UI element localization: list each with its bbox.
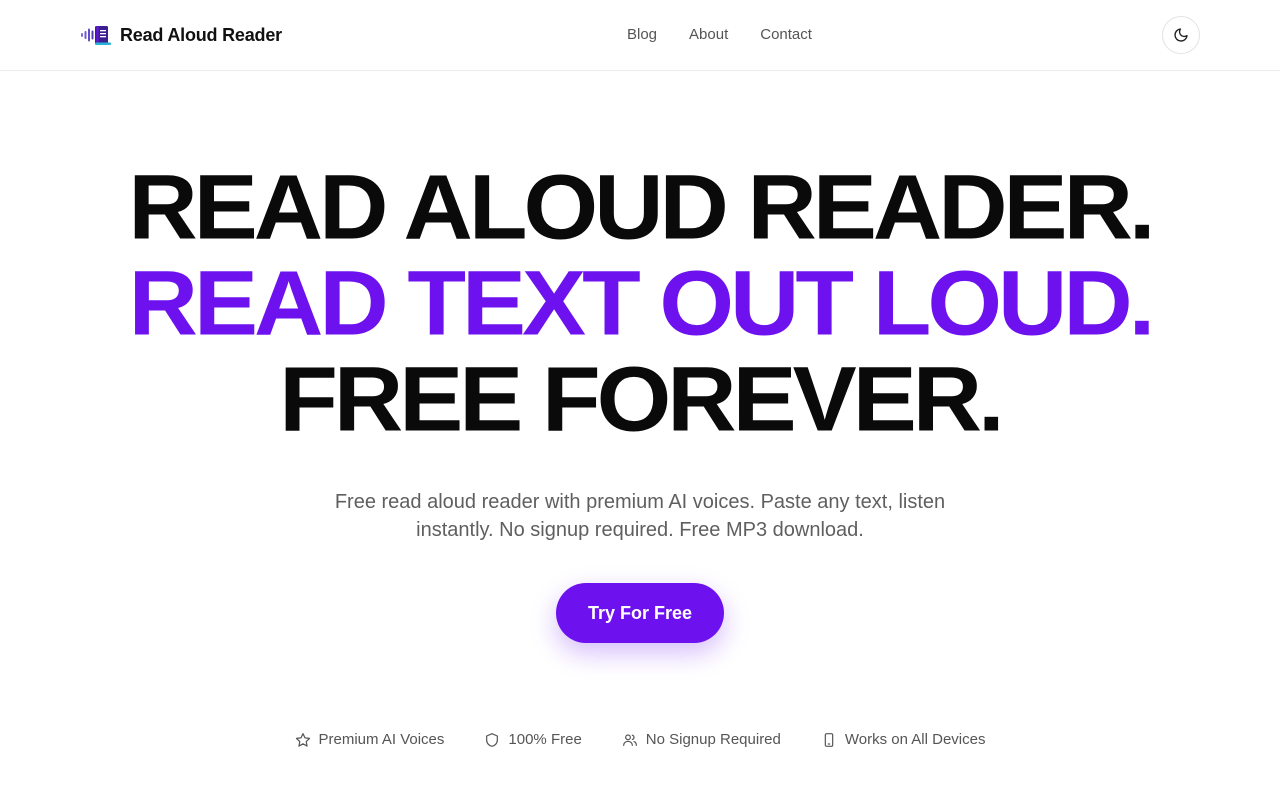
hero-line-2: READ TEXT OUT LOUD. (128, 252, 1156, 355)
nav-link-blog[interactable]: Blog (627, 26, 657, 44)
moon-icon (1174, 28, 1188, 42)
feature-label: Works on All Devices (844, 731, 986, 748)
theme-toggle-button[interactable] (1162, 16, 1200, 54)
smartphone-icon (824, 732, 834, 747)
feature-label: 100% Free (508, 731, 582, 748)
feature-list: Premium AI Voices 100% Free No Signup Re… (0, 731, 1280, 748)
shield-icon (486, 732, 499, 747)
feature-label: Premium AI Voices (318, 731, 445, 748)
users-icon (622, 733, 637, 746)
star-icon (295, 732, 310, 747)
feature-item: Works on All Devices (821, 731, 986, 748)
hero-subtitle: Free read aloud reader with premium AI v… (334, 491, 946, 541)
nav-link-contact[interactable]: Contact (760, 26, 812, 44)
feature-label: No Signup Required (645, 731, 781, 748)
hero-heading: READ ALOUD READER. READ TEXT OUT LOUD. F… (0, 160, 1280, 448)
feature-item: No Signup Required (622, 731, 781, 748)
main-nav: Blog About Contact (627, 26, 812, 44)
book-soundwave-icon (81, 26, 111, 45)
site-header: Read Aloud Reader Blog About Contact (0, 0, 1280, 71)
nav-link-about[interactable]: About (689, 26, 728, 44)
hero-line-1: READ ALOUD READER. (128, 156, 1155, 259)
brand-link[interactable]: Read Aloud Reader (81, 22, 282, 48)
feature-item: 100% Free (484, 731, 582, 748)
try-for-free-button[interactable]: Try For Free (556, 583, 724, 643)
feature-item: Premium AI Voices (295, 731, 445, 748)
brand-name: Read Aloud Reader (120, 24, 282, 45)
hero-line-3: FREE FOREVER. (279, 348, 1004, 451)
